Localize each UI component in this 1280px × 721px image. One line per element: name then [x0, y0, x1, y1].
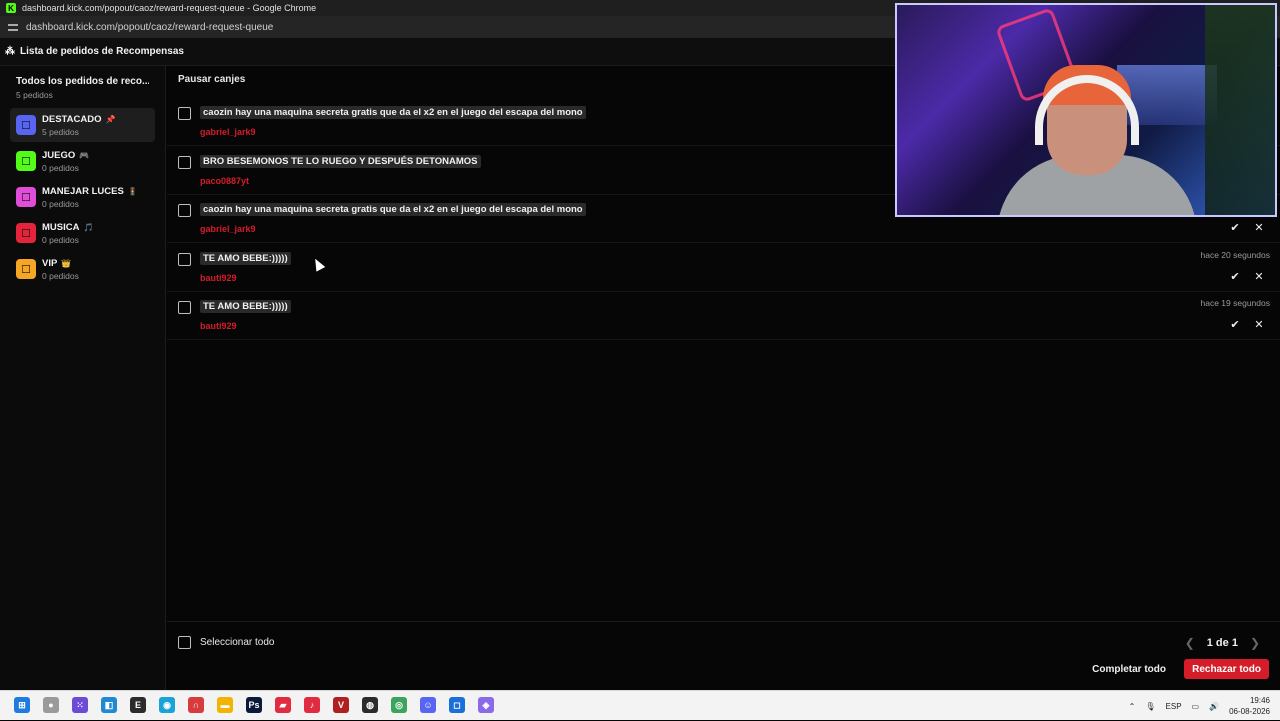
request-row: TE AMO BEBE:))))) bauti929 hace 20 segundo…: [167, 244, 1280, 292]
select-all-checkbox[interactable]: [178, 636, 191, 649]
sidebar-item-count: 0 pedidos: [42, 162, 79, 173]
folder-icon[interactable]: ▬: [217, 697, 233, 713]
reject-all-button[interactable]: Rechazar todo: [1184, 659, 1269, 679]
sidebar-item-label: JUEGO: [42, 149, 76, 161]
epic-games-icon[interactable]: E: [130, 697, 146, 713]
request-username[interactable]: bauti929: [200, 321, 237, 331]
language-indicator[interactable]: ESP: [1166, 702, 1182, 711]
tiktok-icon[interactable]: ♪: [304, 697, 320, 713]
request-checkbox[interactable]: [178, 107, 191, 120]
search-icon[interactable]: ●: [43, 697, 59, 713]
request-username[interactable]: paco0887yt: [200, 176, 249, 186]
request-username[interactable]: bauti929: [200, 273, 237, 283]
ticket-icon: ☐: [16, 187, 36, 207]
complete-all-button[interactable]: Completar todo: [1086, 659, 1172, 679]
reward-emoji-icon: 📌: [105, 114, 116, 124]
windows-start-icon[interactable]: ⊞: [14, 697, 30, 713]
app-icon[interactable]: ◉: [159, 697, 175, 713]
sidebar-item-label: MANEJAR LUCES: [42, 185, 124, 197]
discord-icon[interactable]: ☺: [420, 697, 436, 713]
request-time: hace 20 segundos: [1200, 249, 1270, 260]
sidebar-item-count: 0 pedidos: [42, 198, 79, 209]
sidebar-all-title: Todos los pedidos de reco...: [16, 76, 149, 87]
ticket-icon: ☐: [16, 151, 36, 171]
app-purple-icon[interactable]: ◈: [478, 697, 494, 713]
sidebar-item-musica[interactable]: ☐ MUSICA 🎵 0 pedidos: [10, 216, 155, 250]
clock-time: 19:46: [1249, 696, 1270, 705]
request-message: caozin hay una maquina secreta gratis qu…: [200, 106, 586, 119]
app-red-icon[interactable]: ▰: [275, 697, 291, 713]
system-tray: ⌃ 🎙 ESP ▭ 🔊 19:46 06-08-2026: [1129, 691, 1270, 721]
sidebar-all-count: 5 pedidos: [16, 90, 53, 100]
sidebar-item-count: 0 pedidos: [42, 270, 79, 281]
pause-redemptions-button[interactable]: Pausar canjes: [178, 74, 245, 85]
divider: [167, 621, 1280, 622]
taskbar: ⊞ ● ⁙ ◧ E ◉ ∩ ▬ Ps ▰ ♪ V ◍ ◎ ☺ ◻ ◈ ⌃ 🎙 E…: [0, 690, 1280, 720]
reward-emoji-icon: 🎵: [83, 222, 94, 232]
sidebar-item-label: VIP: [42, 257, 58, 269]
request-message: caozin hay una maquina secreta gratis qu…: [200, 203, 586, 216]
page-title: Lista de pedidos de Recompensas: [20, 46, 184, 57]
background-plants: [1205, 5, 1275, 215]
reject-x-icon[interactable]: ✕: [1252, 270, 1266, 284]
accept-check-icon[interactable]: ✔: [1228, 318, 1242, 332]
accept-check-icon[interactable]: ✔: [1228, 270, 1242, 284]
sidebar-item-all[interactable]: Todos los pedidos de reco... 5 pedidos: [0, 66, 165, 106]
reject-x-icon[interactable]: ✕: [1252, 221, 1266, 235]
sidebar-item-count: 5 pedidos: [42, 126, 79, 137]
sidebar-item-manejar-luces[interactable]: ☐ MANEJAR LUCES 🚦 0 pedidos: [10, 180, 155, 214]
ticket-icon: ☐: [16, 223, 36, 243]
request-checkbox[interactable]: [178, 301, 191, 314]
sidebar-item-juego[interactable]: ☐ JUEGO 🎮 0 pedidos: [10, 144, 155, 178]
ticket-icon: ☐: [16, 115, 36, 135]
sidebar-item-destacado[interactable]: ☐ DESTACADO 📌 5 pedidos: [10, 108, 155, 142]
ticket-icon: ☐: [16, 259, 36, 279]
network-icon[interactable]: ▭: [1192, 702, 1200, 711]
sidebar-item-vip[interactable]: ☐ VIP 👑 0 pedidos: [10, 252, 155, 286]
request-time: hace 19 segundos: [1200, 298, 1270, 308]
microphone-icon[interactable]: 🎙: [1145, 702, 1155, 711]
webcam-overlay: [895, 3, 1277, 217]
request-row: TE AMO BEBE:))))) bauti929 hace 19 segundo…: [167, 292, 1280, 340]
kick-favicon-icon: K: [6, 3, 16, 13]
reward-emoji-icon: 👑: [61, 258, 72, 268]
url-text[interactable]: dashboard.kick.com/popout/caoz/reward-re…: [26, 22, 273, 33]
request-username[interactable]: gabriel_jark9: [200, 224, 256, 234]
select-all-label[interactable]: Seleccionar todo: [200, 637, 275, 648]
sidebar: Todos los pedidos de reco... 5 pedidos ☐…: [0, 66, 166, 690]
site-info-icon[interactable]: [8, 22, 18, 32]
reject-x-icon[interactable]: ✕: [1252, 318, 1266, 332]
photoshop-icon[interactable]: Ps: [246, 697, 262, 713]
sidebar-item-count: 0 pedidos: [42, 234, 79, 245]
window-title: dashboard.kick.com/popout/caoz/reward-re…: [22, 3, 317, 13]
store-icon[interactable]: ◧: [101, 697, 117, 713]
request-checkbox[interactable]: [178, 204, 191, 217]
next-page-icon[interactable]: ❯: [1250, 636, 1260, 650]
sidebar-item-label: MUSICA: [42, 221, 80, 233]
accept-check-icon[interactable]: ✔: [1228, 221, 1242, 235]
headset-app-icon[interactable]: ∩: [188, 697, 204, 713]
request-username[interactable]: gabriel_jark9: [200, 127, 256, 137]
clock-date: 06-08-2026: [1229, 707, 1270, 716]
pagination: ❮ 1 de 1 ❯: [1185, 636, 1260, 650]
reward-emoji-icon: 🎮: [79, 150, 90, 160]
app-blue-icon[interactable]: ◻: [449, 697, 465, 713]
apps-grid-icon[interactable]: ⁙: [72, 697, 88, 713]
chevron-up-icon[interactable]: ⌃: [1129, 702, 1136, 711]
request-checkbox[interactable]: [178, 155, 191, 169]
request-message: TE AMO BEBE:))))): [200, 251, 291, 265]
request-checkbox[interactable]: [178, 252, 191, 266]
reward-emoji-icon: 🚦: [127, 186, 138, 196]
chrome-icon[interactable]: ◎: [391, 697, 407, 713]
voicemeeter-icon[interactable]: V: [333, 697, 349, 713]
clock[interactable]: 19:46 06-08-2026: [1229, 695, 1270, 717]
volume-icon[interactable]: 🔊: [1209, 702, 1219, 711]
queue-icon: ⁂: [5, 45, 15, 57]
request-message: BRO BESEMONOS TE LO RUEGO Y DESPUÉS DETO…: [200, 154, 481, 168]
page-indicator: 1 de 1: [1206, 637, 1238, 649]
request-message: TE AMO BEBE:))))): [200, 300, 291, 313]
sidebar-item-label: DESTACADO: [42, 113, 102, 125]
obs-icon[interactable]: ◍: [362, 697, 378, 713]
prev-page-icon[interactable]: ❮: [1185, 636, 1195, 650]
